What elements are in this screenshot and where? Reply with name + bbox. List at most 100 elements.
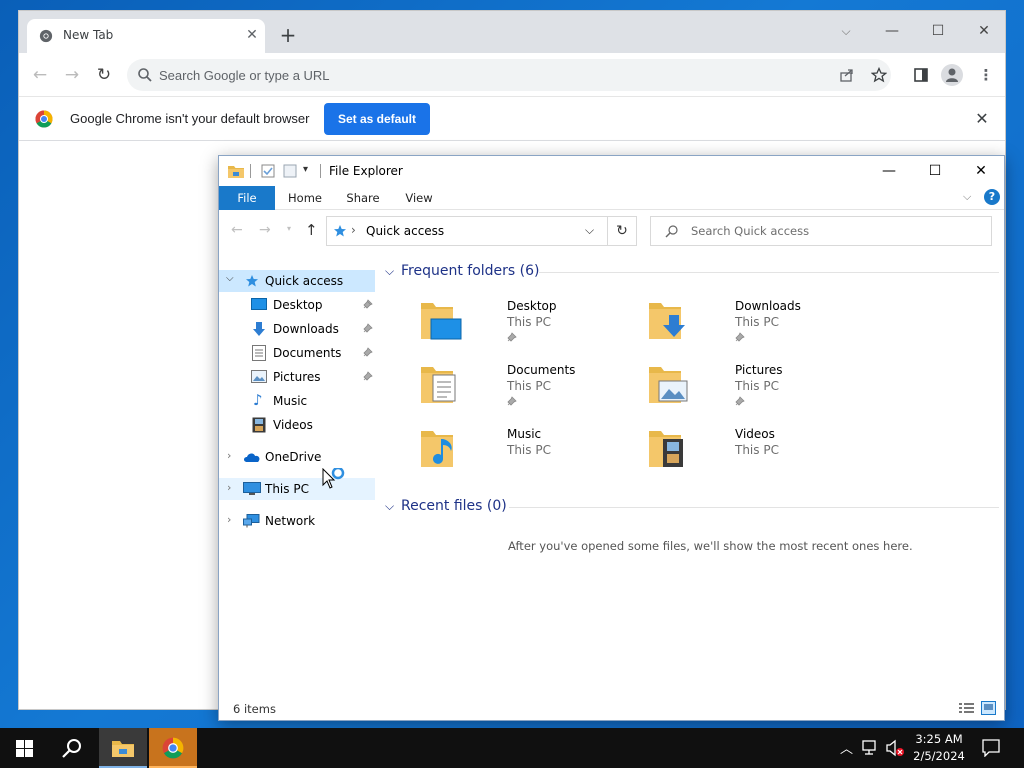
this-pc-monitor-icon xyxy=(243,482,261,495)
new-folder-icon[interactable] xyxy=(283,164,297,178)
side-panel-icon[interactable] xyxy=(913,67,929,83)
expand-chevron-right-icon[interactable]: › xyxy=(227,481,231,494)
minimize-button[interactable]: — xyxy=(869,17,915,45)
recent-collapse-chevron-icon[interactable]: ⌵ xyxy=(385,499,394,514)
tab-search-chevron-icon[interactable]: ⌵ xyxy=(823,17,869,45)
expand-chevron-right-icon[interactable]: › xyxy=(227,513,231,526)
close-window-button[interactable]: ✕ xyxy=(961,17,1007,45)
recent-locations-dropdown-icon[interactable]: ▾ xyxy=(287,224,291,233)
network-status-icon[interactable] xyxy=(862,740,880,756)
music-note-icon: ♪ xyxy=(253,391,263,409)
new-tab-button[interactable]: + xyxy=(277,25,299,47)
pin-icon[interactable] xyxy=(363,299,373,309)
pin-icon[interactable] xyxy=(363,323,373,333)
share-icon[interactable] xyxy=(839,67,855,83)
folder-location: This PC xyxy=(507,443,551,457)
desktop-folder-icon xyxy=(421,303,462,340)
windows-start-icon[interactable] xyxy=(16,740,33,757)
desktop-icon xyxy=(251,298,267,310)
folder-tile-downloads[interactable]: Downloads This PC xyxy=(647,299,867,357)
pin-icon[interactable] xyxy=(363,371,373,381)
taskbar-search-icon[interactable] xyxy=(61,738,83,760)
pin-icon xyxy=(507,396,517,406)
explorer-search-input[interactable] xyxy=(691,224,981,238)
explorer-minimize-button[interactable]: — xyxy=(866,156,912,186)
ribbon-tab-share[interactable]: Share xyxy=(339,186,387,210)
details-view-icon[interactable] xyxy=(959,702,974,715)
search-icon xyxy=(138,68,152,82)
explorer-maximize-button[interactable]: ☐ xyxy=(912,156,958,186)
large-icons-view-icon[interactable] xyxy=(981,701,996,715)
nav-item-music[interactable]: ♪ Music xyxy=(219,390,375,412)
back-button[interactable]: ← xyxy=(29,64,51,86)
close-tab-icon[interactable]: ✕ xyxy=(243,26,261,44)
folder-location: This PC xyxy=(507,315,551,329)
recent-empty-message: After you've opened some files, we'll sh… xyxy=(508,539,913,553)
onedrive-cloud-icon xyxy=(244,453,260,462)
breadcrumb-quick-access[interactable]: Quick access xyxy=(366,224,444,238)
address-bar[interactable]: › Quick access ⌵ xyxy=(326,216,608,246)
system-clock[interactable]: 3:25 AM 2/5/2024 xyxy=(904,731,974,765)
address-dropdown-icon[interactable]: ⌵ xyxy=(585,223,594,238)
expand-ribbon-chevron-icon[interactable]: ⌵ xyxy=(963,190,971,204)
taskbar-chrome-button[interactable] xyxy=(149,728,197,768)
infobar-message: Google Chrome isn't your default browser xyxy=(70,111,310,126)
nav-item-desktop[interactable]: Desktop xyxy=(219,294,375,316)
explorer-close-button[interactable]: ✕ xyxy=(958,156,1004,186)
folder-name: Documents xyxy=(507,363,576,377)
up-button[interactable]: ↑ xyxy=(305,221,318,239)
nav-label: This PC xyxy=(265,482,309,496)
properties-icon[interactable] xyxy=(261,164,275,178)
kebab-menu-icon[interactable]: ⋮ xyxy=(975,64,997,86)
expand-chevron-right-icon[interactable]: › xyxy=(227,449,231,462)
recent-divider xyxy=(509,507,999,508)
expand-chevron-down-icon[interactable]: ⌵ xyxy=(226,273,234,284)
folder-tile-videos[interactable]: Videos This PC xyxy=(647,427,867,485)
folder-tile-music[interactable]: Music This PC xyxy=(419,427,639,485)
folder-tile-documents[interactable]: Documents This PC xyxy=(419,363,639,421)
help-icon[interactable]: ? xyxy=(984,189,1000,205)
show-hidden-icons-chevron-icon[interactable]: ︿ xyxy=(840,738,853,757)
close-infobar-icon[interactable]: ✕ xyxy=(972,109,992,129)
omnibox-input[interactable] xyxy=(159,66,799,84)
notifications-icon[interactable] xyxy=(982,739,1000,757)
nav-item-pictures[interactable]: Pictures xyxy=(219,366,375,388)
nav-label: Desktop xyxy=(273,298,323,312)
set-as-default-button[interactable]: Set as default xyxy=(324,103,430,135)
customize-qat-dropdown-icon[interactable]: ▾ xyxy=(303,164,308,175)
ribbon-tab-home[interactable]: Home xyxy=(281,186,329,210)
ribbon-tab-file[interactable]: File xyxy=(219,186,275,210)
maximize-button[interactable]: ☐ xyxy=(915,17,961,45)
explorer-search-box[interactable] xyxy=(650,216,992,246)
pin-icon[interactable] xyxy=(363,347,373,357)
explorer-back-button[interactable]: ← xyxy=(231,222,243,238)
recent-files-header[interactable]: Recent files (0) xyxy=(401,498,507,514)
frequent-folders-header[interactable]: Frequent folders (6) xyxy=(401,263,540,279)
person-icon xyxy=(946,68,958,82)
nav-item-this-pc[interactable]: › This PC xyxy=(219,478,375,500)
breadcrumb-separator-icon[interactable]: › xyxy=(351,223,356,237)
window-title: File Explorer xyxy=(329,164,403,178)
reload-button[interactable]: ↻ xyxy=(93,64,115,86)
volume-muted-icon[interactable] xyxy=(885,739,905,757)
folder-tile-pictures[interactable]: Pictures This PC xyxy=(647,363,867,421)
refresh-button[interactable]: ↻ xyxy=(607,216,637,246)
nav-item-quick-access[interactable]: ⌵ Quick access xyxy=(219,270,375,292)
ribbon-tab-view[interactable]: View xyxy=(395,186,443,210)
omnibox[interactable] xyxy=(127,59,891,91)
nav-item-network[interactable]: › Network xyxy=(219,510,375,532)
nav-item-videos[interactable]: Videos xyxy=(219,414,375,436)
file-explorer-icon xyxy=(112,741,134,757)
nav-item-onedrive[interactable]: › OneDrive xyxy=(219,446,375,468)
folder-tile-desktop[interactable]: Desktop This PC xyxy=(419,299,639,357)
taskbar-file-explorer-button[interactable] xyxy=(99,728,147,768)
forward-button[interactable]: → xyxy=(61,64,83,86)
profile-avatar[interactable] xyxy=(941,64,963,86)
nav-item-downloads[interactable]: Downloads xyxy=(219,318,375,340)
tab-new-tab[interactable]: New Tab ✕ xyxy=(27,19,265,53)
documents-icon xyxy=(252,345,266,361)
bookmark-star-icon[interactable] xyxy=(871,67,887,83)
frequent-collapse-chevron-icon[interactable]: ⌵ xyxy=(385,264,394,279)
nav-item-documents[interactable]: Documents xyxy=(219,342,375,364)
explorer-forward-button[interactable]: → xyxy=(259,222,271,238)
